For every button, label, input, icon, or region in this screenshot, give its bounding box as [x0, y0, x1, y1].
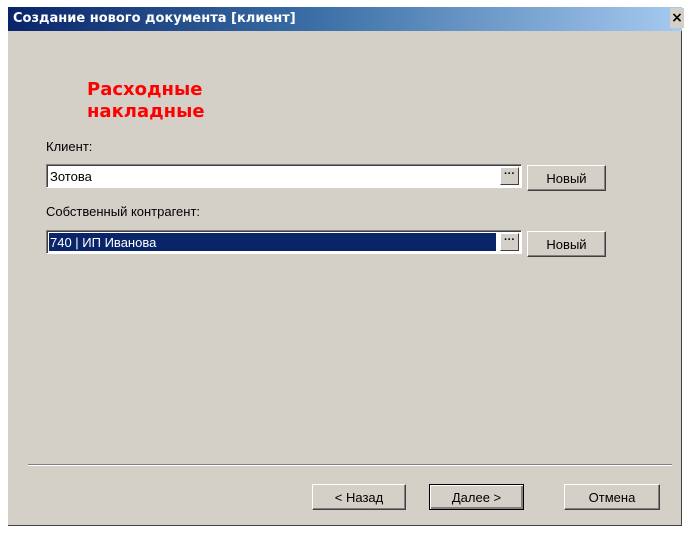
client-new-button[interactable]: Новый: [527, 165, 606, 191]
counterparty-browse-button[interactable]: ···: [500, 233, 519, 251]
client-label: Клиент:: [46, 139, 93, 154]
heading-line-1: Расходные: [87, 79, 203, 100]
counterparty-value: 740 | ИП Иванова: [50, 235, 157, 250]
client-value: Зотова: [50, 169, 92, 184]
counterparty-field[interactable]: 740 | ИП Иванова ···: [46, 230, 522, 254]
ellipsis-icon: ···: [504, 168, 515, 180]
new-document-dialog: Создание нового документа [клиент] × Рас…: [8, 7, 684, 526]
client-field[interactable]: Зотова ···: [46, 164, 522, 188]
counterparty-selection: 740 | ИП Иванова: [48, 232, 497, 252]
window-title: Создание нового документа [клиент]: [13, 11, 296, 26]
back-button[interactable]: < Назад: [312, 484, 406, 510]
close-icon[interactable]: ×: [670, 8, 684, 28]
heading-line-2: накладные: [87, 101, 205, 122]
next-button[interactable]: Далее >: [429, 484, 524, 510]
counterparty-new-button[interactable]: Новый: [527, 231, 606, 257]
counterparty-label: Собственный контрагент:: [46, 204, 201, 219]
document-type-heading: Расходные накладные: [87, 79, 287, 123]
footer-separator: [28, 464, 672, 466]
client-browse-button[interactable]: ···: [500, 167, 519, 185]
title-bar[interactable]: Создание нового документа [клиент] ×: [8, 7, 684, 31]
cancel-button[interactable]: Отмена: [564, 484, 660, 510]
ellipsis-icon: ···: [504, 234, 515, 246]
